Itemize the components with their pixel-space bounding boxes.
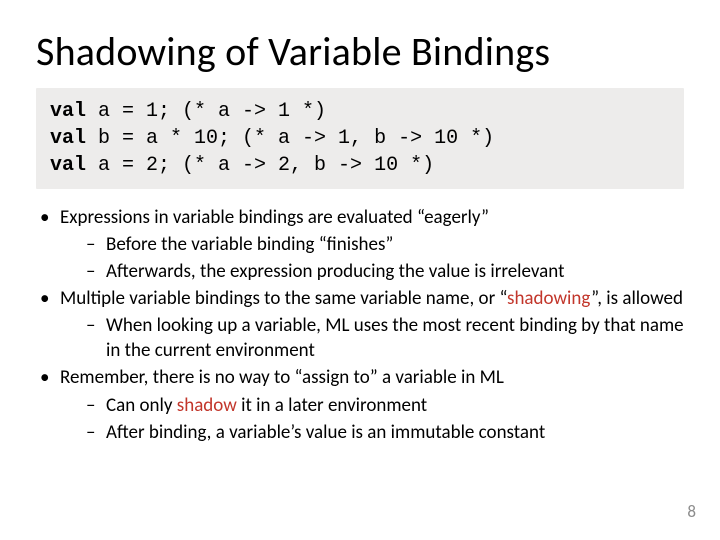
code-kw-3: val [50, 154, 86, 177]
bullet-2-post: ”, is allowed [591, 287, 683, 310]
bullet-1: Expressions in variable bindings are eva… [36, 205, 684, 284]
bullet-2-hl: shadowing [507, 287, 591, 310]
bullet-3a: Can only shadow it in a later environmen… [84, 393, 684, 418]
bullet-3: Remember, there is no way to “assign to”… [36, 365, 684, 444]
bullet-3b: After binding, a variable’s value is an … [84, 420, 684, 445]
slide-title: Shadowing of Variable Bindings [36, 30, 684, 74]
bullet-1b: Afterwards, the expression producing the… [84, 259, 684, 284]
bullet-3a-hl: shadow [177, 394, 237, 417]
bullet-2-pre: Multiple variable bindings to the same v… [60, 287, 507, 310]
bullet-2a: When looking up a variable, ML uses the … [84, 313, 684, 363]
bullet-1-text: Expressions in variable bindings are eva… [60, 206, 489, 229]
code-line-3: a = 2; (* a -> 2, b -> 10 *) [86, 154, 434, 177]
slide: Shadowing of Variable Bindings val a = 1… [0, 0, 720, 540]
bullet-3-text: Remember, there is no way to “assign to”… [60, 366, 504, 389]
bullet-3a-pre: Can only [106, 394, 177, 417]
bullet-1a: Before the variable binding “finishes” [84, 232, 684, 257]
code-kw-2: val [50, 127, 86, 150]
code-line-1: a = 1; (* a -> 1 *) [86, 100, 326, 123]
page-number: 8 [687, 501, 696, 522]
bullet-2: Multiple variable bindings to the same v… [36, 286, 684, 363]
bullet-3a-post: it in a later environment [237, 394, 427, 417]
bullet-list: Expressions in variable bindings are eva… [36, 205, 684, 445]
code-block: val a = 1; (* a -> 1 *) val b = a * 10; … [36, 88, 684, 189]
code-line-2: b = a * 10; (* a -> 1, b -> 10 *) [86, 127, 494, 150]
code-kw-1: val [50, 100, 86, 123]
